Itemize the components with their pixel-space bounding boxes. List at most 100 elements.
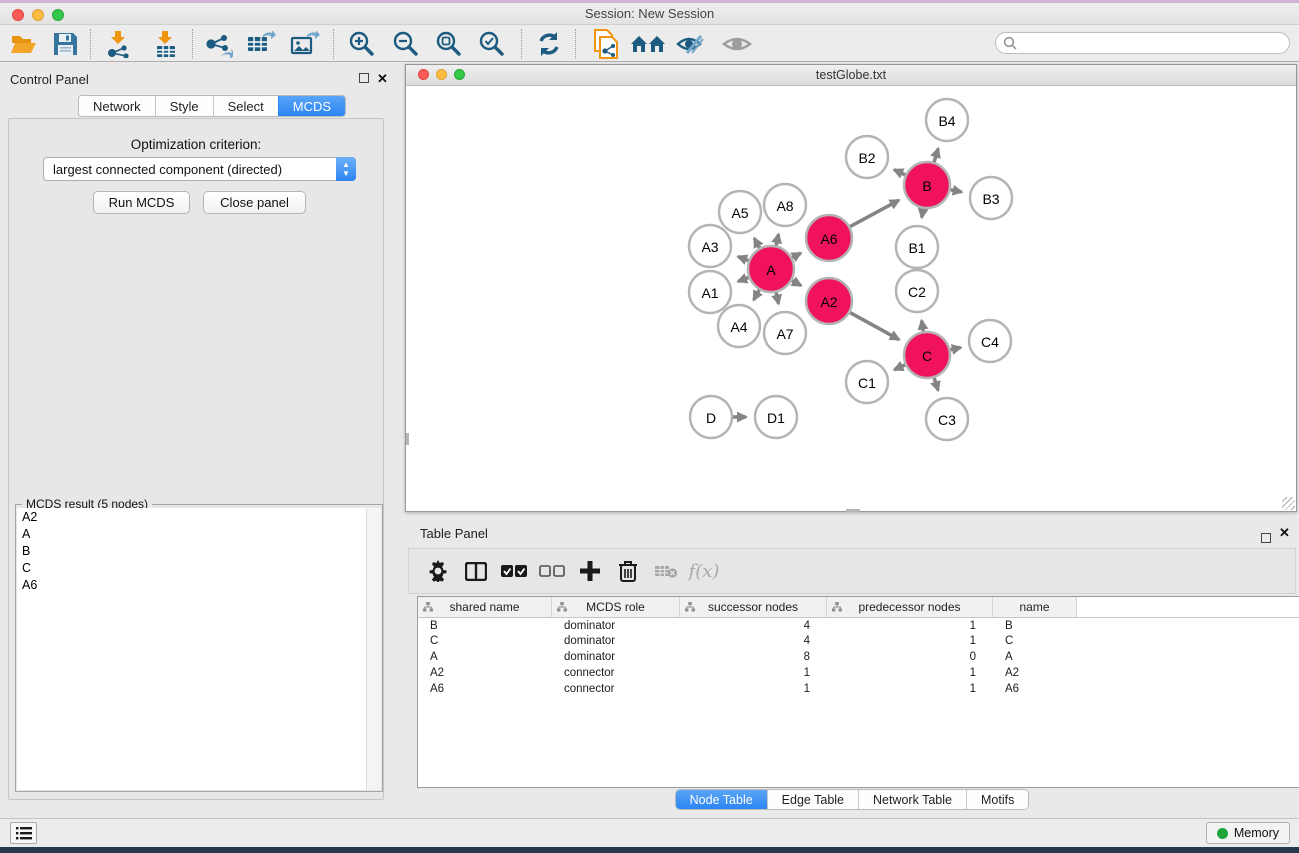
minimize-window-button[interactable] [32,9,44,21]
node-C1[interactable]: C1 [846,361,888,403]
export-image-icon[interactable] [289,29,321,59]
table-options-gear-icon[interactable] [419,551,457,591]
edge-A-A4[interactable] [754,290,760,300]
edge-C-C3[interactable] [934,378,938,390]
node-B[interactable]: B [904,162,950,208]
search-field[interactable] [995,32,1290,54]
home-view-icon[interactable] [630,29,666,59]
tab-style[interactable]: Style [155,96,213,116]
node-A1[interactable]: A1 [689,271,731,313]
mcds-result-item[interactable]: A [17,525,367,542]
tab-network-table[interactable]: Network Table [858,790,966,809]
node-A5[interactable]: A5 [719,191,761,233]
float-panel-icon[interactable] [359,72,369,86]
network-minimize-button[interactable] [436,69,447,80]
node-D[interactable]: D [690,396,732,438]
run-mcds-button[interactable]: Run MCDS [93,191,190,214]
table-row[interactable]: Adominator80A [418,650,1299,666]
mcds-result-list[interactable]: A2ABCA6 [17,508,367,790]
node-A[interactable]: A [748,246,794,292]
node-C2[interactable]: C2 [896,270,938,312]
edge-B-B4[interactable] [934,149,938,162]
edge-B-B3[interactable] [951,190,962,192]
criterion-select[interactable]: largest connected component (directed) ▲… [43,157,356,181]
node-C4[interactable]: C4 [969,320,1011,362]
node-C[interactable]: C [904,332,950,378]
close-window-button[interactable] [12,9,24,21]
mcds-result-item[interactable]: B [17,542,367,559]
open-session-icon[interactable] [8,29,38,59]
vertical-scroll-indicator[interactable] [406,433,409,445]
tab-node-table[interactable]: Node Table [676,790,767,809]
network-window-titlebar[interactable]: testGlobe.txt [406,65,1296,86]
edge-A-A1[interactable] [738,277,748,281]
edge-C-C2[interactable] [922,321,924,332]
zoom-in-icon[interactable] [347,29,377,59]
mcds-result-item[interactable]: A2 [17,508,367,525]
add-column-icon[interactable] [571,551,609,591]
node-A2[interactable]: A2 [806,278,852,324]
task-history-button[interactable] [10,822,37,844]
edge-A6-B[interactable] [850,200,899,226]
edge-A2-C[interactable] [850,313,899,340]
tab-select[interactable]: Select [213,96,278,116]
column-header-MCDS-role[interactable]: MCDS role [552,597,680,617]
zoom-selected-icon[interactable] [477,29,507,59]
node-A4[interactable]: A4 [718,305,760,347]
edge-A-A3[interactable] [738,257,748,261]
close-panel-button[interactable]: Close panel [203,191,306,214]
search-input[interactable] [1017,34,1289,52]
zoom-fit-icon[interactable] [434,29,464,59]
edge-A-A5[interactable] [754,238,759,248]
tab-motifs[interactable]: Motifs [966,790,1028,809]
node-D1[interactable]: D1 [755,396,797,438]
column-header-predecessor-nodes[interactable]: predecessor nodes [827,597,993,617]
node-A6[interactable]: A6 [806,215,852,261]
network-maximize-button[interactable] [454,69,465,80]
network-close-button[interactable] [418,69,429,80]
table-row[interactable]: Cdominator41C [418,634,1299,650]
node-B3[interactable]: B3 [970,177,1012,219]
tab-network[interactable]: Network [79,96,155,116]
node-C3[interactable]: C3 [926,398,968,440]
column-header-successor-nodes[interactable]: successor nodes [680,597,827,617]
save-session-icon[interactable] [50,29,80,59]
maximize-window-button[interactable] [52,9,64,21]
import-table-icon[interactable] [150,29,182,59]
node-B1[interactable]: B1 [896,226,938,268]
column-header-name[interactable]: name [993,597,1077,617]
refresh-icon[interactable] [534,29,564,59]
mcds-result-item[interactable]: C [17,559,367,576]
node-A7[interactable]: A7 [764,312,806,354]
memory-button[interactable]: Memory [1206,822,1290,844]
float-table-panel-icon[interactable] [1261,532,1271,546]
node-A3[interactable]: A3 [689,225,731,267]
clone-network-icon[interactable] [590,29,622,59]
table-row[interactable]: Bdominator41B [418,618,1299,634]
hide-selected-eye-icon[interactable] [675,29,707,59]
tab-mcds[interactable]: MCDS [278,96,345,116]
edge-A-A8[interactable] [776,234,778,245]
network-canvas[interactable]: B4 B2 B B3 A8A5 A6 A3 B1 A A1 C2 A2 A4A7 C4 C C1 C3 D D1 [406,86,1296,511]
show-columns-icon[interactable] [457,551,495,591]
deselect-all-icon[interactable] [533,551,571,591]
tab-edge-table[interactable]: Edge Table [767,790,858,809]
edge-B-B2[interactable] [894,170,905,175]
resize-grip-icon[interactable] [1282,497,1295,510]
close-panel-icon[interactable]: ✕ [377,71,388,87]
mcds-result-item[interactable]: A6 [17,576,367,593]
edge-A-A6[interactable] [792,253,801,258]
select-all-icon[interactable] [495,551,533,591]
node-A8[interactable]: A8 [764,184,806,226]
node-B4[interactable]: B4 [926,99,968,141]
zoom-out-icon[interactable] [391,29,421,59]
edge-C-C1[interactable] [894,365,905,370]
table-row[interactable]: A6connector11A6 [418,681,1299,697]
show-all-eye-icon[interactable] [721,29,753,59]
export-table-icon[interactable] [245,29,277,59]
edge-C-C4[interactable] [950,348,960,350]
delete-column-trash-icon[interactable] [609,551,647,591]
table-row[interactable]: A2connector11A2 [418,665,1299,681]
node-B2[interactable]: B2 [846,136,888,178]
edge-A-A2[interactable] [792,281,801,286]
